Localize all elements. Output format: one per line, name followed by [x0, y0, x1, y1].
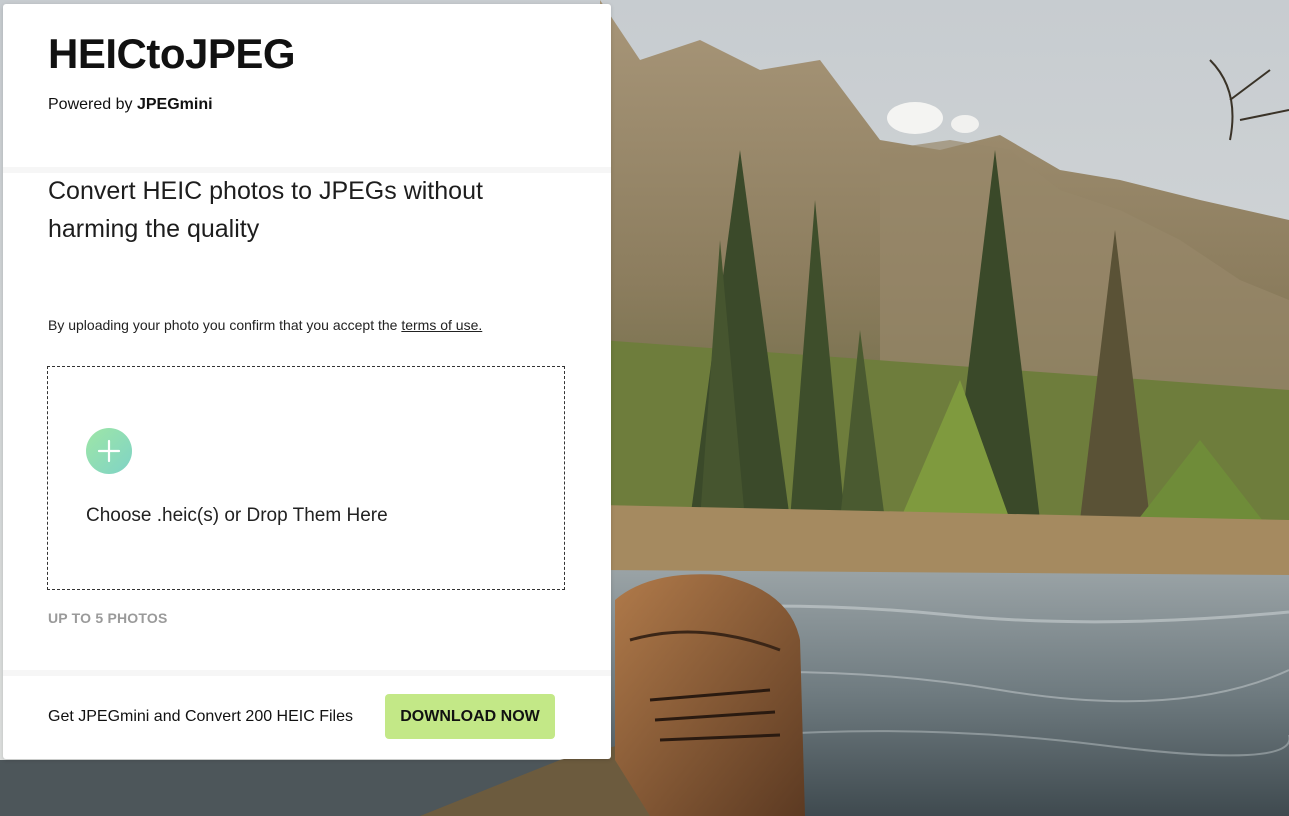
download-now-button[interactable]: DOWNLOAD NOW	[385, 694, 555, 739]
upload-limit-note: UP TO 5 PHOTOS	[48, 610, 168, 626]
powered-by-brand: JPEGmini	[136, 96, 213, 113]
powered-by-prefix: Powered by	[48, 96, 133, 113]
powered-by: Powered by JPEGmini	[48, 96, 213, 114]
promo-text: Get JPEGmini and Convert 200 HEIC Files	[48, 708, 354, 725]
terms-consent: By uploading your photo you confirm that…	[48, 317, 482, 333]
terms-of-use-link[interactable]: terms of use.	[401, 317, 482, 333]
file-dropzone[interactable]: Choose .heic(s) or Drop Them Here	[47, 366, 565, 590]
footer-divider	[3, 670, 611, 676]
dropzone-label: Choose .heic(s) or Drop Them Here	[86, 505, 388, 526]
add-files-button[interactable]	[86, 428, 132, 474]
consent-text: By uploading your photo you confirm that…	[48, 317, 398, 333]
page-headline: Convert HEIC photos to JPEGs without har…	[48, 177, 483, 243]
converter-card: HEICtoJPEG Powered by JPEGmini Convert H…	[3, 4, 611, 759]
card-header: HEICtoJPEG Powered by JPEGmini	[3, 4, 611, 167]
plus-icon	[97, 439, 121, 463]
app-logo[interactable]: HEICtoJPEG	[48, 30, 296, 78]
